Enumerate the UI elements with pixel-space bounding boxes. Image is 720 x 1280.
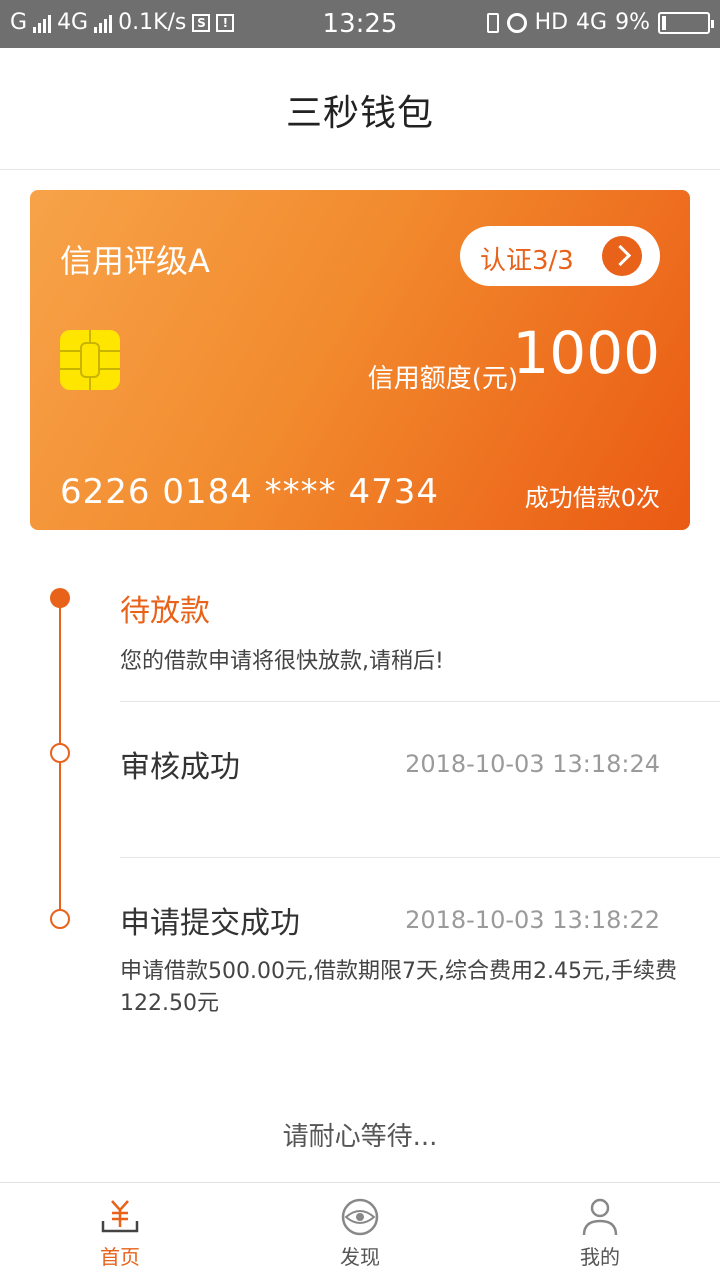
loan-count: 成功借款0次 [524, 484, 660, 512]
credit-limit-label: 信用额度(元) [367, 364, 518, 394]
credit-limit-value: 1000 [512, 319, 660, 387]
battery-percent: 9% [615, 10, 650, 35]
status-bar: G 4G 0.1K/s S ! 13:25 HD 4G 9% [0, 0, 720, 48]
status-right: HD 4G 9% [486, 10, 714, 35]
timeline-dot [50, 909, 70, 929]
credit-rating: 信用评级A [60, 242, 210, 280]
app-header: 三秒钱包 [0, 48, 720, 170]
step-time-approved: 2018-10-03 13:18:24 [405, 750, 660, 778]
step-desc-submitted: 申请借款500.00元,借款期限7天,综合费用2.45元,手续费122.50元 [120, 959, 677, 1016]
nav-label-discover: 发现 [340, 1245, 380, 1269]
card-chip-icon [60, 330, 120, 390]
nav-label-mine: 我的 [580, 1245, 620, 1269]
hd-label: HD [534, 10, 569, 35]
step-time-submitted: 2018-10-03 13:18:22 [405, 906, 660, 934]
waiting-text: 请耐心等待... [282, 1122, 438, 1152]
vibrate-icon [486, 12, 499, 33]
step-title-pending: 待放款 [120, 594, 210, 629]
nav-label-home: 首页 [100, 1245, 140, 1269]
step-title-submitted: 申请提交成功 [120, 906, 300, 941]
divider [120, 857, 720, 858]
network-type: 4G [576, 10, 608, 35]
chevron-right-icon [602, 236, 642, 276]
nav-item-home[interactable]: 首页 [0, 1183, 240, 1280]
step-title-approved: 审核成功 [120, 750, 240, 785]
battery-icon [658, 11, 714, 34]
divider [120, 701, 720, 702]
user-icon [582, 1198, 618, 1236]
credit-card: 信用评级A 认证3/3 信用额度(元) 1000 6226 0184 **** … [30, 190, 690, 530]
nav-item-mine[interactable]: 我的 [480, 1183, 720, 1280]
page-title: 三秒钱包 [285, 93, 434, 134]
eye-icon [341, 1198, 379, 1236]
verify-label: 认证3/3 [480, 246, 574, 276]
alarm-icon [506, 12, 527, 33]
timeline-dot-current [50, 588, 70, 608]
bottom-nav: 首页 发现 我的 [0, 1182, 720, 1280]
chip-center [80, 342, 100, 378]
battery-fill [662, 15, 666, 30]
nav-item-discover[interactable]: 发现 [240, 1183, 480, 1280]
verify-button[interactable]: 认证3/3 [460, 226, 660, 286]
timeline-dot [50, 743, 70, 763]
card-number: 6226 0184 **** 4734 [60, 472, 440, 512]
yuan-wallet-icon [101, 1200, 139, 1233]
step-desc-pending: 您的借款申请将很快放款,请稍后! [120, 649, 444, 674]
